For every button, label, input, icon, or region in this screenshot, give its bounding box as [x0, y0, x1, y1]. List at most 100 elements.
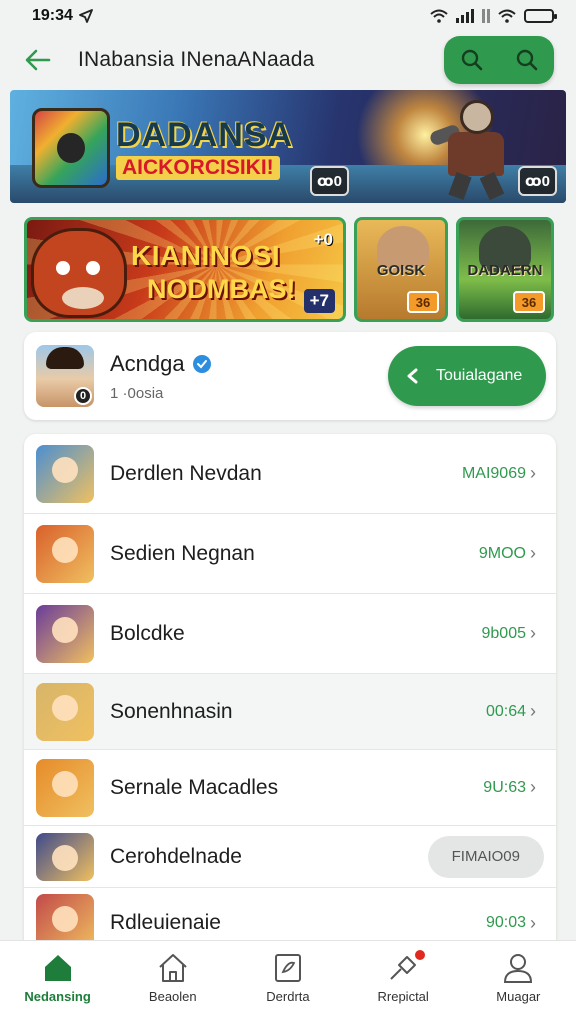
nav-item-label: Nedansing: [24, 989, 91, 1004]
promo-card-3[interactable]: DADAERN 36: [456, 217, 554, 322]
list-item-meta: 90:03 ›: [486, 913, 536, 934]
hero-title: DADANSA: [116, 116, 293, 154]
status-right: [430, 9, 557, 23]
arrow-left-icon: [25, 49, 51, 71]
location-arrow-icon: [79, 9, 93, 23]
document-icon: [274, 954, 301, 982]
list-item[interactable]: Sonenhnasin 00:64 ›: [24, 674, 556, 750]
chevron-right-icon: ›: [530, 543, 536, 563]
notification-dot: [413, 948, 428, 962]
profile-text: Acndga 1 ·0osia: [110, 351, 388, 402]
chevron-right-icon: ›: [530, 777, 536, 797]
list-item-thumbnail: [36, 682, 94, 741]
nav-item-home[interactable]: Nedansing: [8, 953, 108, 1004]
status-time: 19:34: [32, 7, 73, 24]
list-item-label: Sedien Negnan: [110, 541, 255, 565]
list-item[interactable]: Sedien Negnan 9MOO ›: [24, 514, 556, 594]
nav-item-label: Muagar: [496, 989, 541, 1004]
promo-3-badge: 36: [513, 291, 545, 313]
home-outline-icon: [159, 954, 187, 982]
back-button[interactable]: [22, 44, 54, 76]
page-title: INabansia INenaANaada: [78, 48, 315, 71]
person-icon: [504, 954, 533, 983]
nav-item-label: Derdrta: [266, 989, 310, 1004]
promo-character-illustration: [31, 228, 127, 318]
list-item-label: Sonenhnasin: [110, 699, 233, 723]
chevron-right-icon: ›: [530, 463, 536, 483]
battery-icon: [524, 9, 557, 23]
list-item-meta: MAI9069 ›: [462, 463, 536, 484]
home-filled-icon: [44, 955, 71, 981]
chevron-left-icon: [407, 368, 418, 384]
follow-button-label: Touialagane: [436, 367, 523, 384]
verified-badge-icon: [192, 354, 211, 373]
follow-button[interactable]: Touialagane: [388, 346, 546, 406]
hero-game-logo: [32, 108, 110, 188]
list-item[interactable]: Derdlen Nevdan MAI9069 ›: [24, 434, 556, 514]
list-item-label: Cerohdelnade: [110, 844, 242, 868]
list-item-thumbnail: [36, 524, 94, 583]
list-item-thumbnail: [36, 444, 94, 503]
promo-card-2[interactable]: GOISK 36: [354, 217, 448, 322]
list-item-meta-value: MAI9069: [461, 464, 526, 482]
list-item-label: Derdlen Nevdan: [110, 461, 262, 485]
profile-name-row: Acndga: [110, 351, 388, 377]
hero-badge-left: ꝏ0: [310, 166, 349, 196]
list-item[interactable]: Cerohdelnade FIMAIO09: [24, 826, 556, 888]
promo-row: KIANINOSI NODMBAS! +0 +7 GOISK 36 DADAER…: [24, 217, 554, 322]
promo-2-badge: 36: [407, 291, 439, 313]
list-item-label: Sernale Macadles: [110, 775, 279, 799]
list-item-meta-value: 9U:63: [483, 778, 526, 796]
promo-card-main[interactable]: KIANINOSI NODMBAS! +0 +7: [24, 217, 346, 322]
app-header: INabansia INenaANaada: [0, 32, 576, 88]
hero-badge-right: ꝏ0: [518, 166, 557, 196]
hero-character-illustration: [428, 94, 520, 201]
chevron-right-icon: ›: [530, 912, 536, 933]
list-item-meta-value: 90:03: [485, 914, 526, 931]
list-item-meta: 00:64 ›: [486, 701, 536, 722]
avatar-badge: 0: [74, 387, 92, 405]
wifi-icon: [430, 9, 448, 23]
list-item-meta: 9U:63 ›: [483, 777, 536, 798]
nav-item-browse[interactable]: Beaolen: [123, 953, 223, 1004]
signal-icon: [456, 9, 474, 23]
list-item-label: Bolcdke: [110, 621, 185, 645]
game-list: Derdlen Nevdan MAI9069 › Sedien Negnan 9M…: [24, 434, 556, 954]
list-item[interactable]: Sernale Macadles 9U:63 ›: [24, 750, 556, 826]
list-item-meta-value: 9b005: [481, 624, 527, 642]
nav-item-profile[interactable]: Muagar: [468, 953, 568, 1004]
list-item-thumbnail: [36, 832, 94, 881]
nav-item-label: Rrepictal: [377, 989, 429, 1004]
promo-2-title: GOISK: [376, 262, 426, 279]
list-item-pill-button[interactable]: FIMAIO09: [427, 835, 544, 878]
search-icon: [516, 49, 537, 71]
hero-banner[interactable]: DADANSA AICKORCISIKI! ꝏ0 ꝏ0: [10, 90, 566, 203]
promo-badge: +7: [303, 289, 335, 313]
status-left: 19:34: [32, 7, 93, 25]
list-item-thumbnail: [36, 758, 94, 817]
wifi-secondary-icon: [498, 9, 516, 23]
nav-item-documents[interactable]: Derdrta: [238, 953, 338, 1004]
search-button[interactable]: [452, 40, 492, 80]
list-item[interactable]: Bolcdke 9b005 ›: [24, 594, 556, 674]
avatar[interactable]: 0: [36, 345, 94, 407]
search-icon: [461, 49, 482, 71]
list-item-meta-value: 00:64: [485, 702, 526, 720]
bottom-nav: Nedansing Beaolen Derdrta Rrepictal Muag…: [0, 940, 576, 1024]
list-item-meta: 9b005 ›: [482, 623, 537, 644]
signal-secondary-icon: [482, 9, 490, 23]
hero-subtitle: AICKORCISIKI!: [116, 156, 280, 180]
promo-top-tag: +0: [313, 230, 333, 249]
promo-line-1: KIANINOSI: [131, 240, 281, 271]
nav-item-reports[interactable]: Rrepictal: [353, 948, 453, 1004]
list-item-meta-value: 9MOO: [478, 544, 526, 562]
search-actions: [444, 36, 554, 84]
search-secondary-button[interactable]: [507, 40, 547, 80]
promo-line-2: NODMBAS!: [147, 274, 296, 304]
list-item-thumbnail: [36, 604, 94, 663]
promo-3-title: DADAERN: [467, 262, 543, 279]
chevron-right-icon: ›: [530, 701, 536, 721]
profile-name: Acndga: [110, 350, 185, 376]
status-bar: 19:34: [0, 0, 576, 32]
nav-item-label: Beaolen: [148, 989, 197, 1004]
